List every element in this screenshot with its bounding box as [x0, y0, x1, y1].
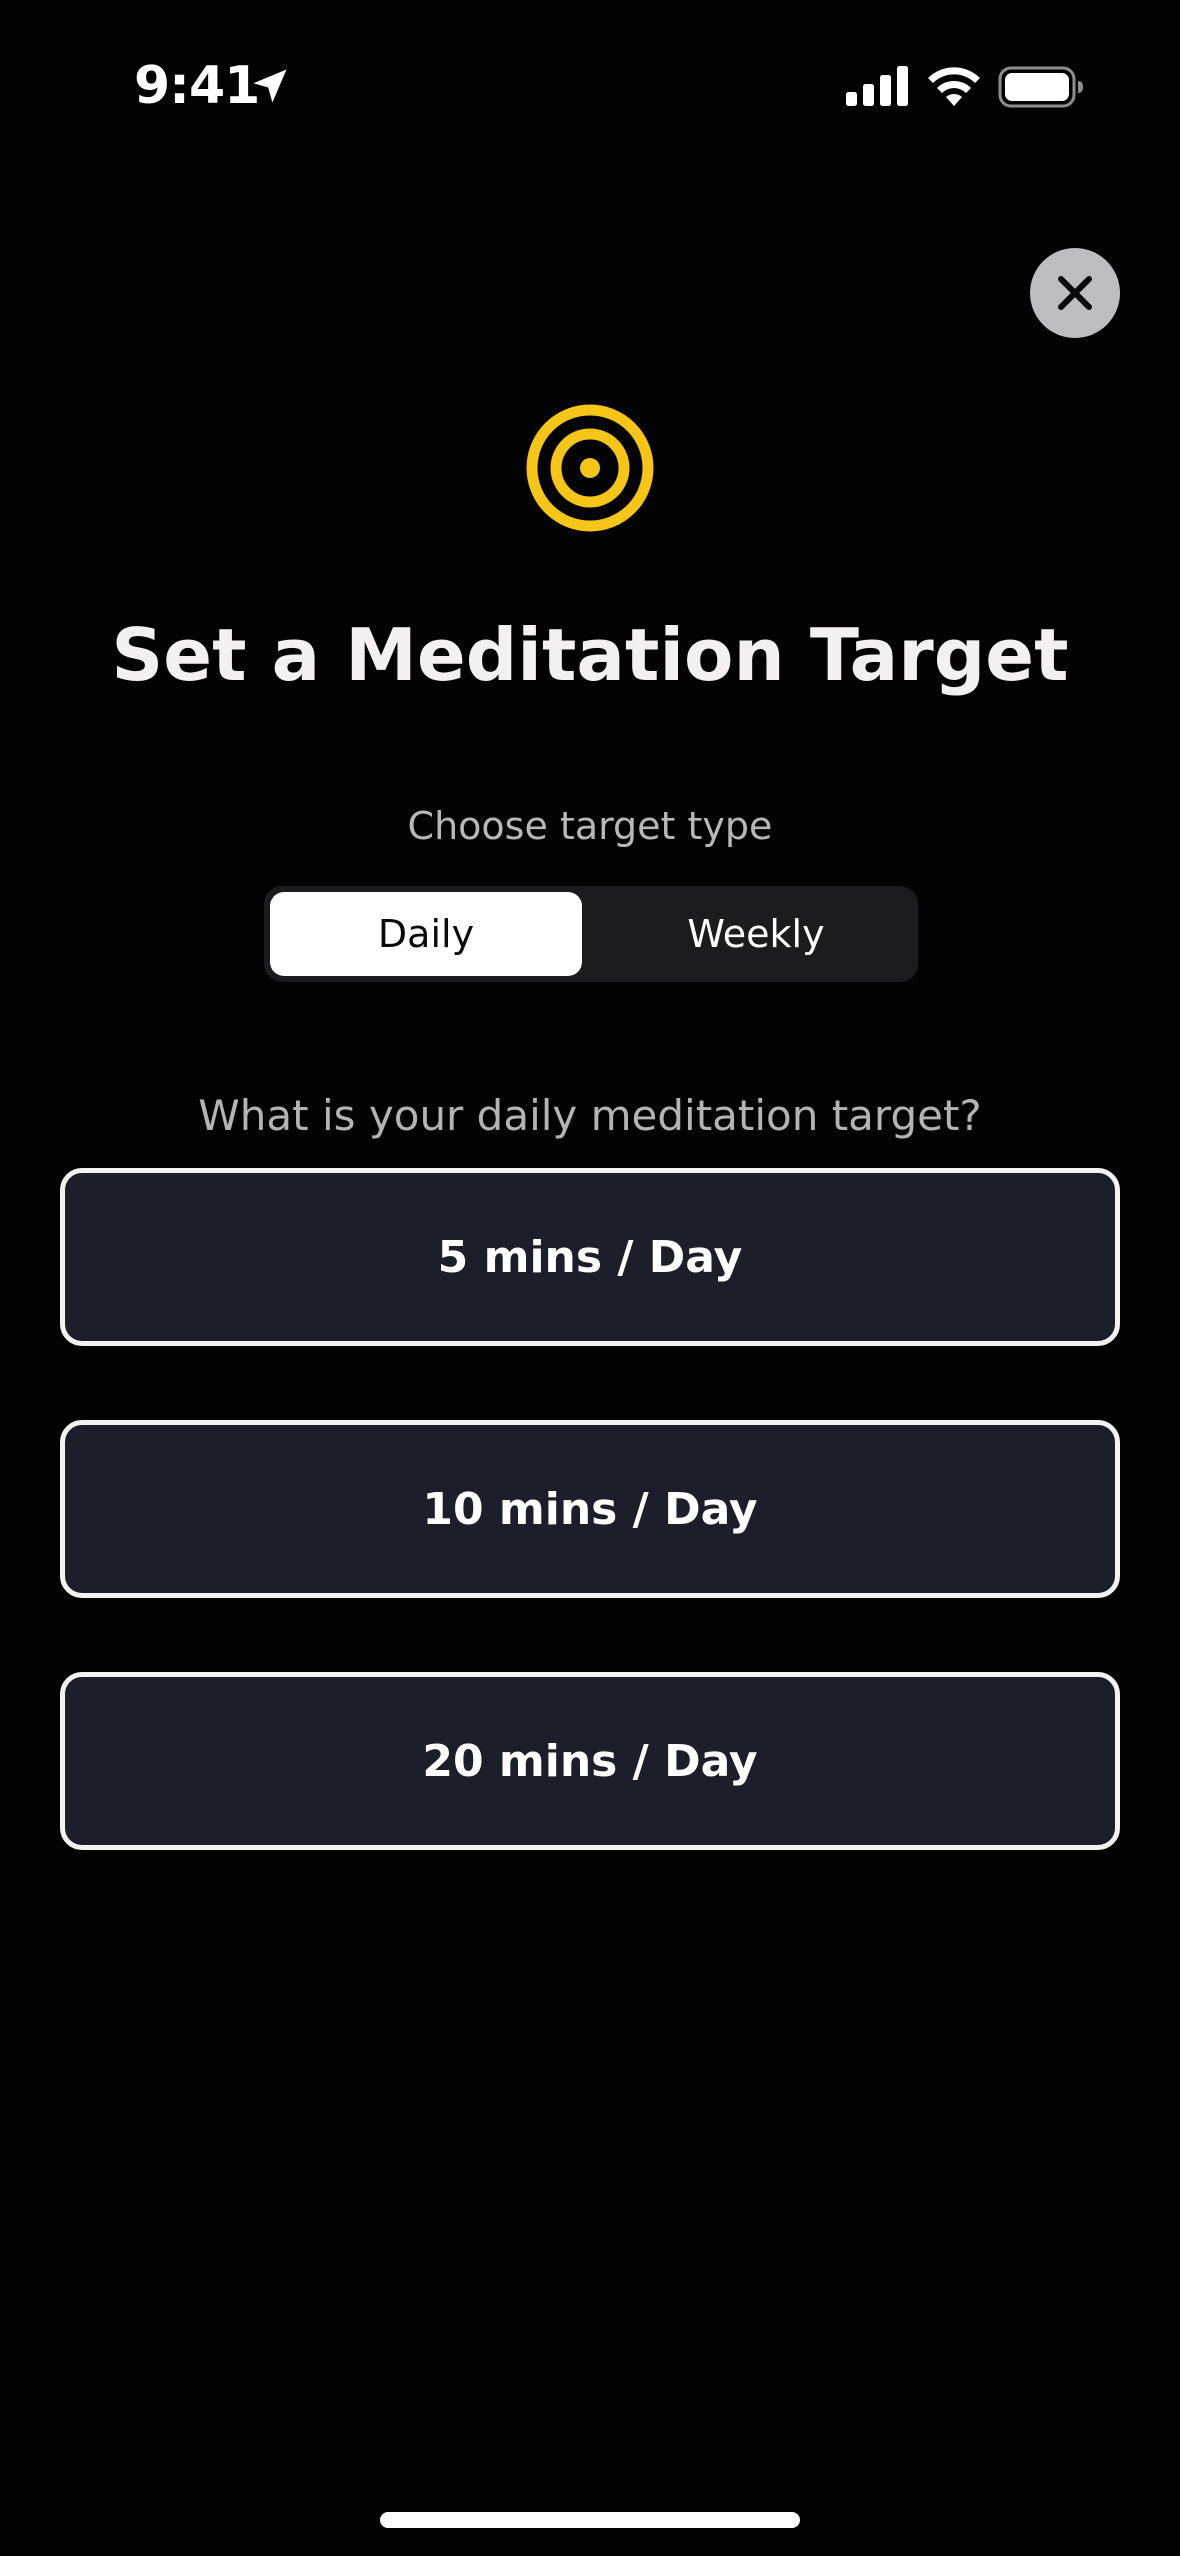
segment-weekly[interactable]: Weekly	[600, 892, 912, 976]
cellular-signal-icon	[846, 66, 908, 106]
option-5-mins-button[interactable]: 5 mins / Day	[60, 1168, 1120, 1346]
location-arrow-icon	[253, 69, 287, 103]
page-title: Set a Meditation Target	[111, 613, 1069, 697]
wifi-icon	[928, 67, 980, 106]
close-icon	[1058, 276, 1092, 310]
option-20-mins-button[interactable]: 20 mins / Day	[60, 1672, 1120, 1850]
segment-daily[interactable]: Daily	[270, 892, 582, 976]
close-button[interactable]	[1030, 248, 1120, 338]
battery-icon	[998, 66, 1083, 108]
target-icon	[526, 404, 654, 532]
target-question: What is your daily meditation target?	[198, 1091, 982, 1140]
status-time: 9:41	[134, 56, 260, 116]
target-type-label: Choose target type	[407, 804, 773, 848]
target-type-segmented-control: Daily Weekly	[264, 886, 918, 982]
status-bar: 9:41	[0, 0, 1180, 150]
option-10-mins-button[interactable]: 10 mins / Day	[60, 1420, 1120, 1598]
home-indicator	[380, 2512, 800, 2528]
